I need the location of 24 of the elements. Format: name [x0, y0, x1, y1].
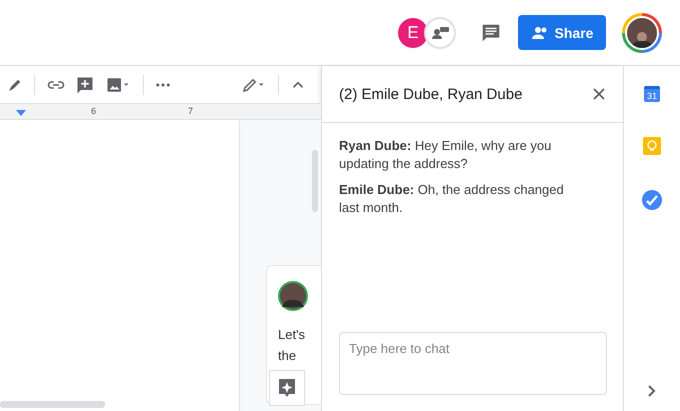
people-icon — [530, 26, 549, 40]
collaborator-avatar[interactable]: E — [398, 18, 428, 48]
close-button[interactable] — [591, 86, 607, 102]
calendar-icon[interactable]: 31 — [644, 86, 660, 102]
expand-icon[interactable] — [647, 385, 657, 397]
share-button[interactable]: Share — [518, 15, 606, 50]
anonymous-viewer-avatar[interactable] — [424, 16, 456, 48]
add-comment-icon[interactable] — [75, 74, 95, 94]
indent-marker-icon[interactable] — [16, 110, 26, 116]
chat-message: Ryan Dube: Hey Emile, why are you updating the address? — [339, 137, 552, 173]
scrollbar-thumb[interactable] — [0, 401, 105, 408]
sparkle-comment-icon — [278, 378, 296, 398]
comment-text: Let's — [278, 326, 306, 344]
ruler-number: 6 — [91, 106, 96, 116]
ruler-number: 7 — [188, 106, 194, 116]
chat-title: (2) Emile Dube, Ryan Dube — [339, 86, 522, 102]
add-comment-button[interactable] — [269, 370, 305, 406]
chat-input-field[interactable]: Type here to chat — [339, 332, 607, 395]
chat-message: Emile Dube: Oh, the address changed last month. — [339, 181, 565, 217]
scrollbar-thumb[interactable] — [312, 150, 318, 212]
comment-text: the — [278, 347, 298, 365]
commenter-avatar — [278, 279, 308, 313]
account-avatar[interactable] — [622, 12, 662, 52]
checkmark-icon[interactable] — [642, 190, 662, 210]
